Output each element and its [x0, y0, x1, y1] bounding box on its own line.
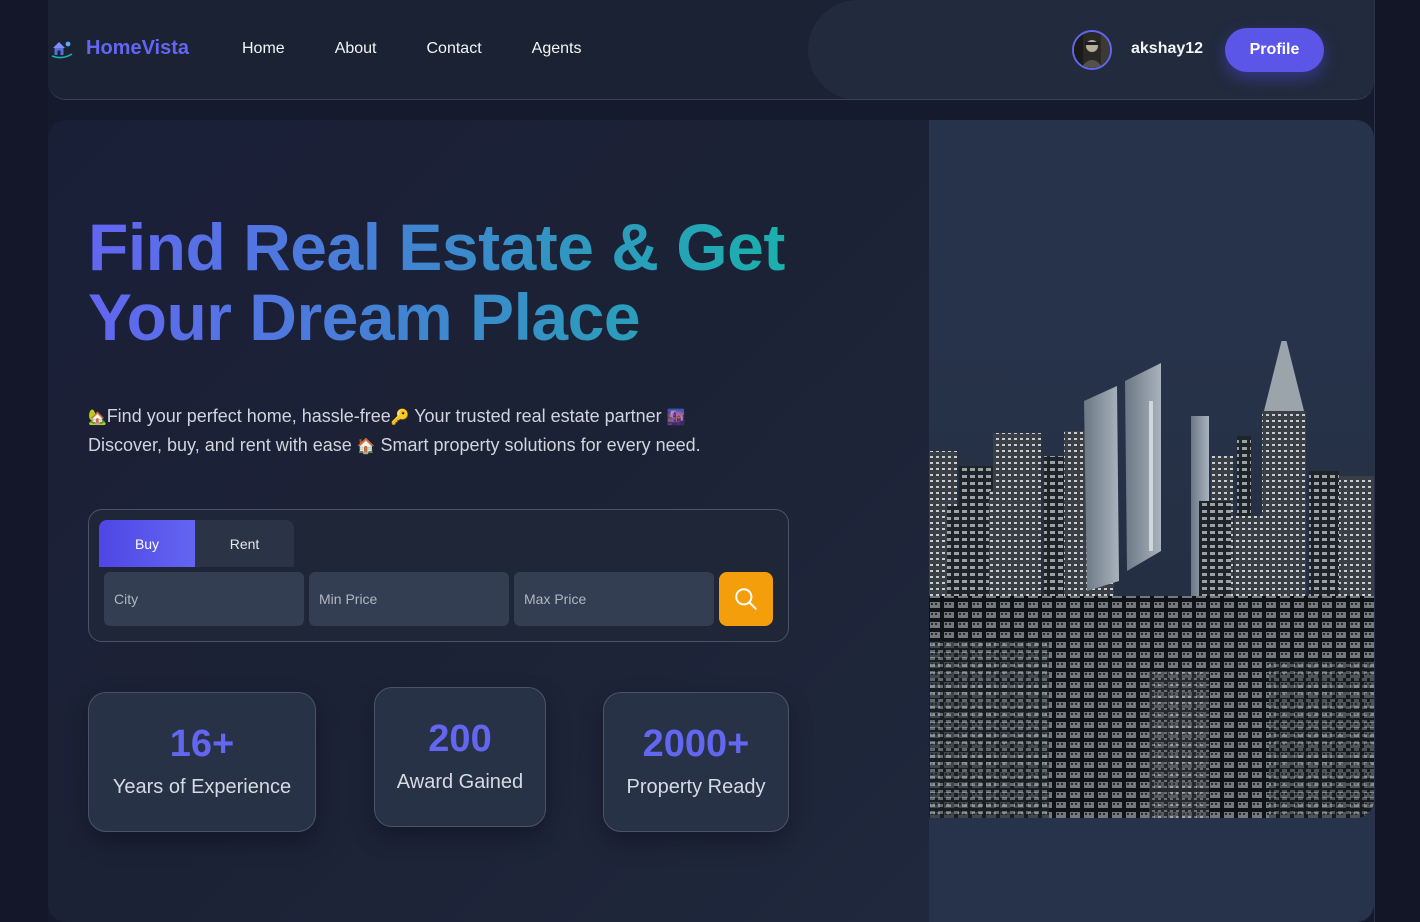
- stat-label: Years of Experience: [112, 776, 292, 798]
- left-edge-strip: [0, 0, 48, 922]
- stat-value: 200: [428, 718, 492, 760]
- key-emoji-icon: 🔑: [390, 408, 410, 426]
- search-fields: [104, 572, 714, 626]
- brand[interactable]: HomeVista: [50, 36, 189, 60]
- nav-link-contact[interactable]: Contact: [427, 40, 482, 58]
- max-price-input[interactable]: [514, 572, 714, 626]
- hero-title: Find Real Estate & Get Your Dream Place: [88, 212, 848, 352]
- house-emoji-icon: 🏡: [88, 408, 107, 426]
- nav-link-agents[interactable]: Agents: [532, 40, 582, 58]
- city-skyline-graphic: [929, 341, 1374, 818]
- hero-title-line1: Find Real Estate & Get: [88, 210, 785, 284]
- navbar: HomeVista Home About Contact Agents aksh…: [48, 0, 1374, 100]
- tab-rent[interactable]: Rent: [195, 520, 294, 567]
- username: akshay12: [1131, 40, 1204, 57]
- hero-title-line2: Your Dream Place: [88, 280, 641, 354]
- hero-desc-text-3: Discover, buy, and rent with ease: [88, 435, 357, 455]
- avatar-photo: [1074, 32, 1110, 68]
- hero-description: 🏡Find your perfect home, hassle-free🔑 Yo…: [88, 402, 788, 460]
- stat-card-experience: 16+ Years of Experience: [88, 692, 316, 832]
- nav-link-home[interactable]: Home: [242, 40, 285, 58]
- brand-name: HomeVista: [86, 36, 190, 59]
- nav-link-about[interactable]: About: [335, 40, 377, 58]
- nav-links: Home About Contact Agents: [242, 40, 581, 58]
- search-tabs: Buy Rent: [99, 520, 294, 567]
- house-logo-icon: [51, 41, 73, 59]
- city-emoji-icon: 🌆: [666, 408, 686, 426]
- stat-card-awards: 200 Award Gained: [374, 687, 546, 827]
- city-input[interactable]: [104, 572, 304, 626]
- home-emoji-icon: 🏠: [356, 437, 376, 455]
- search-icon: [735, 588, 757, 610]
- stat-value: 16+: [169, 723, 235, 765]
- stat-card-properties: 2000+ Property Ready: [603, 692, 789, 832]
- profile-button[interactable]: Profile: [1225, 28, 1324, 72]
- hero-desc-text-1: Find your perfect home, hassle-free: [106, 406, 391, 426]
- hero-desc-text-2: Your trusted real estate partner: [409, 406, 667, 426]
- stat-label: Property Ready: [626, 776, 766, 798]
- avatar[interactable]: [1072, 30, 1112, 70]
- city-skyline-image: [929, 341, 1374, 818]
- property-search-box: Buy Rent: [88, 509, 789, 642]
- stat-label: Award Gained: [396, 771, 524, 793]
- right-edge-strip: [1374, 0, 1420, 922]
- min-price-input[interactable]: [309, 572, 509, 626]
- search-button[interactable]: [719, 572, 773, 626]
- tab-buy[interactable]: Buy: [99, 520, 195, 567]
- hero-desc-text-4: Smart property solutions for every need.: [375, 435, 701, 455]
- stat-value: 2000+: [642, 723, 750, 765]
- hero-section: Find Real Estate & Get Your Dream Place …: [48, 120, 1374, 922]
